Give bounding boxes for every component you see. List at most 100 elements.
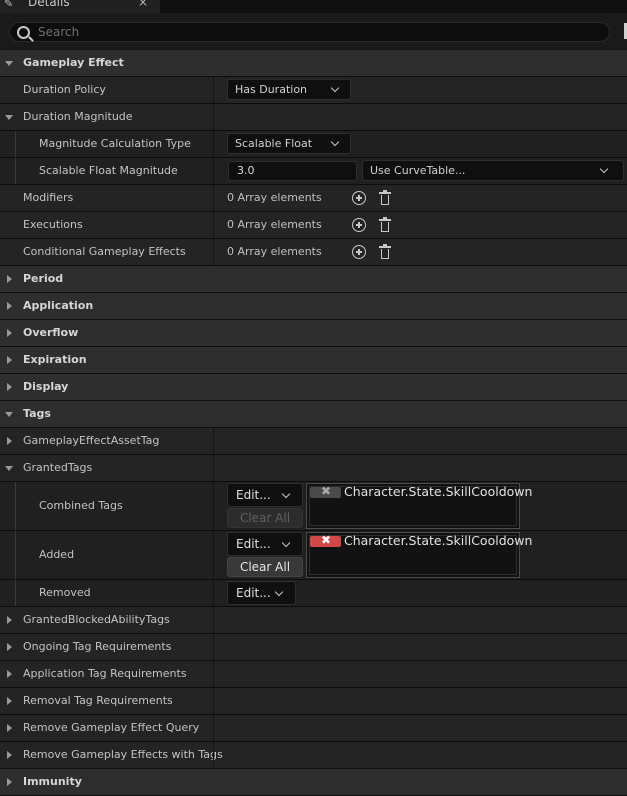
row-magnitude-calculation-type: Magnitude Calculation Type Scalable Floa… <box>0 131 627 158</box>
expand-arrow-icon[interactable] <box>7 697 12 705</box>
remove-tag-icon[interactable]: ✖ <box>310 533 341 547</box>
expand-arrow-icon[interactable] <box>7 643 12 651</box>
row-combined-tags: Combined Tags Edit... Clear All ✖ Charac… <box>0 482 627 531</box>
row-ongoing-tag-requirements[interactable]: Ongoing Tag Requirements <box>0 634 627 661</box>
row-remove-effects-with-tags[interactable]: Remove Gameplay Effects with Tags <box>0 742 627 769</box>
property-label: Removed <box>39 586 91 599</box>
expand-arrow-icon[interactable] <box>7 356 12 364</box>
row-added-tags: Added Edit... Clear All ✖ Character.Stat… <box>0 531 627 580</box>
trash-icon[interactable] <box>379 244 391 259</box>
trash-icon[interactable] <box>379 217 391 232</box>
add-element-icon[interactable] <box>352 245 366 259</box>
property-label: Combined Tags <box>39 499 123 512</box>
category-immunity[interactable]: Immunity <box>0 769 627 796</box>
clear-all-button[interactable]: Clear All <box>227 508 303 528</box>
property-label: Magnitude Calculation Type <box>39 137 191 150</box>
property-label: Remove Gameplay Effect Query <box>23 721 200 734</box>
category-label: Gameplay Effect <box>23 56 124 69</box>
close-icon[interactable]: × <box>138 0 148 9</box>
row-gameplay-effect-asset-tag[interactable]: GameplayEffectAssetTag <box>0 428 627 455</box>
details-icon: ✎ <box>4 0 14 10</box>
category-label: Display <box>23 380 69 393</box>
property-label: Application Tag Requirements <box>23 667 187 680</box>
property-label: GrantedBlockedAbilityTags <box>23 613 170 626</box>
tab-details[interactable]: ✎ Details × <box>0 0 160 13</box>
row-remove-gameplay-effect-query[interactable]: Remove Gameplay Effect Query <box>0 715 627 742</box>
button-label: Edit... <box>236 586 271 600</box>
array-count: 0 Array elements <box>227 191 322 204</box>
expand-arrow-icon[interactable] <box>7 724 12 732</box>
collapse-arrow-icon[interactable] <box>5 466 13 471</box>
details-rows: Gameplay Effect Duration Policy Has Dura… <box>0 50 627 796</box>
clear-all-button[interactable]: Clear All <box>227 557 303 577</box>
property-label: Removal Tag Requirements <box>23 694 173 707</box>
search-input[interactable] <box>38 24 598 40</box>
curve-table-dropdown[interactable]: Use CurveTable... <box>362 160 624 181</box>
duration-policy-dropdown[interactable]: Has Duration <box>227 79 351 100</box>
category-expiration[interactable]: Expiration <box>0 347 627 374</box>
property-label: Ongoing Tag Requirements <box>23 640 172 653</box>
trash-icon[interactable] <box>379 190 391 205</box>
property-label: Executions <box>23 218 83 231</box>
indent-guide <box>15 580 16 606</box>
array-count: 0 Array elements <box>227 218 322 231</box>
expand-arrow-icon[interactable] <box>7 616 12 624</box>
category-label: Period <box>23 272 64 285</box>
expand-arrow-icon[interactable] <box>7 302 12 310</box>
expand-arrow-icon[interactable] <box>7 437 12 445</box>
combined-tags-list: ✖ Character.State.SkillCooldown <box>306 483 532 529</box>
category-label: Expiration <box>23 353 87 366</box>
row-granted-blocked-ability-tags[interactable]: GrantedBlockedAbilityTags <box>0 607 627 634</box>
row-removal-tag-requirements[interactable]: Removal Tag Requirements <box>0 688 627 715</box>
category-overflow[interactable]: Overflow <box>0 320 627 347</box>
edit-combined-tags-button[interactable]: Edit... <box>227 483 303 507</box>
search-icon <box>17 26 30 39</box>
search-box[interactable] <box>9 22 610 42</box>
category-label: Overflow <box>23 326 79 339</box>
category-gameplay-effect[interactable]: Gameplay Effect <box>0 50 627 77</box>
category-tags[interactable]: Tags <box>0 401 627 428</box>
category-display[interactable]: Display <box>0 374 627 401</box>
collapse-arrow-icon[interactable] <box>5 412 13 417</box>
chevron-down-icon <box>330 83 340 93</box>
chevron-down-icon <box>274 587 284 597</box>
scalable-float-input[interactable]: 3.0 <box>228 161 357 181</box>
property-label: Scalable Float Magnitude <box>39 164 178 177</box>
category-label: Immunity <box>23 775 82 788</box>
chevron-down-icon <box>281 489 291 499</box>
chevron-down-icon <box>599 164 609 174</box>
category-label: Application <box>23 299 94 312</box>
button-label: Edit... <box>236 488 271 502</box>
expand-arrow-icon[interactable] <box>7 670 12 678</box>
chevron-down-icon <box>281 538 291 548</box>
remove-tag-icon[interactable]: ✖ <box>310 484 341 498</box>
edit-added-tags-button[interactable]: Edit... <box>227 532 303 556</box>
chevron-down-icon <box>330 137 340 147</box>
collapse-arrow-icon[interactable] <box>5 61 13 66</box>
row-modifiers: Modifiers 0 Array elements <box>0 185 627 212</box>
property-label: Added <box>39 548 75 561</box>
expand-arrow-icon[interactable] <box>7 751 12 759</box>
property-label: Duration Magnitude <box>23 110 133 123</box>
row-duration-magnitude[interactable]: Duration Magnitude <box>0 104 627 131</box>
add-element-icon[interactable] <box>352 191 366 205</box>
magnitude-type-dropdown[interactable]: Scalable Float <box>227 133 351 154</box>
add-element-icon[interactable] <box>352 218 366 232</box>
row-granted-tags[interactable]: GrantedTags <box>0 455 627 482</box>
expand-arrow-icon[interactable] <box>7 778 12 786</box>
dropdown-value: Use CurveTable... <box>370 164 466 177</box>
expand-arrow-icon[interactable] <box>7 275 12 283</box>
edit-removed-tags-button[interactable]: Edit... <box>227 581 296 605</box>
collapse-arrow-icon[interactable] <box>5 115 13 120</box>
array-count: 0 Array elements <box>227 245 322 258</box>
row-application-tag-requirements[interactable]: Application Tag Requirements <box>0 661 627 688</box>
expand-arrow-icon[interactable] <box>7 329 12 337</box>
row-conditional-effects: Conditional Gameplay Effects 0 Array ele… <box>0 239 627 266</box>
dropdown-value: Scalable Float <box>235 137 313 150</box>
category-period[interactable]: Period <box>0 266 627 293</box>
property-label: GrantedTags <box>23 461 93 474</box>
row-scalable-float-magnitude: Scalable Float Magnitude 3.0 Use CurveTa… <box>0 158 627 185</box>
indent-guide <box>15 131 16 157</box>
expand-arrow-icon[interactable] <box>7 383 12 391</box>
category-application[interactable]: Application <box>0 293 627 320</box>
